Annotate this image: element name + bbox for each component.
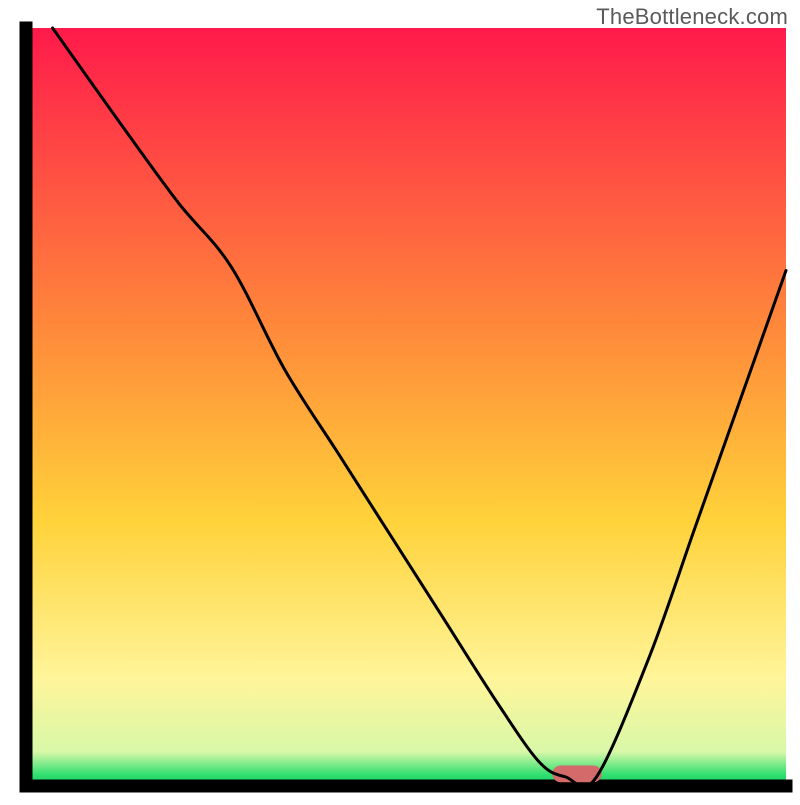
chart-svg [0, 0, 800, 800]
chart-background [26, 28, 786, 786]
watermark-text: TheBottleneck.com [596, 4, 788, 30]
bottleneck-chart [0, 0, 800, 800]
